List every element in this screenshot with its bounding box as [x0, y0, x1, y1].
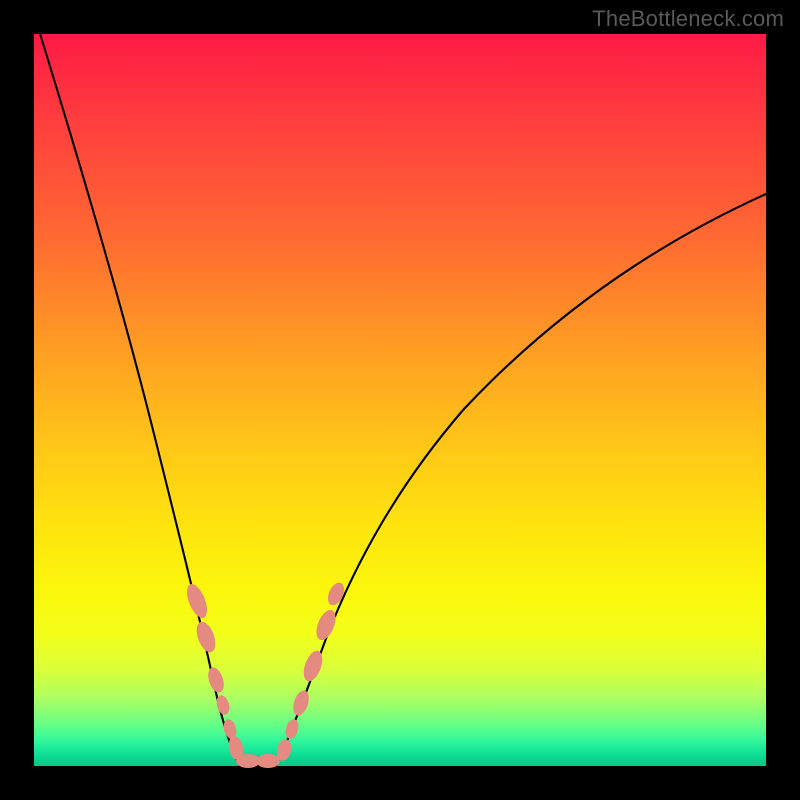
left-branch: [34, 14, 240, 766]
curve-marker: [193, 619, 219, 655]
curve-marker: [205, 665, 226, 694]
watermark-text: TheBottleneck.com: [592, 6, 784, 32]
curve-marker: [283, 718, 300, 741]
bottleneck-curve-svg: [34, 34, 766, 766]
right-branch: [276, 194, 766, 766]
curve-marker: [313, 607, 340, 643]
curve-marker: [256, 754, 280, 768]
curve-marker: [300, 648, 326, 684]
plot-area: [34, 34, 766, 766]
marker-group: [183, 580, 347, 768]
curve-marker: [183, 581, 211, 620]
curve-marker: [290, 688, 311, 717]
